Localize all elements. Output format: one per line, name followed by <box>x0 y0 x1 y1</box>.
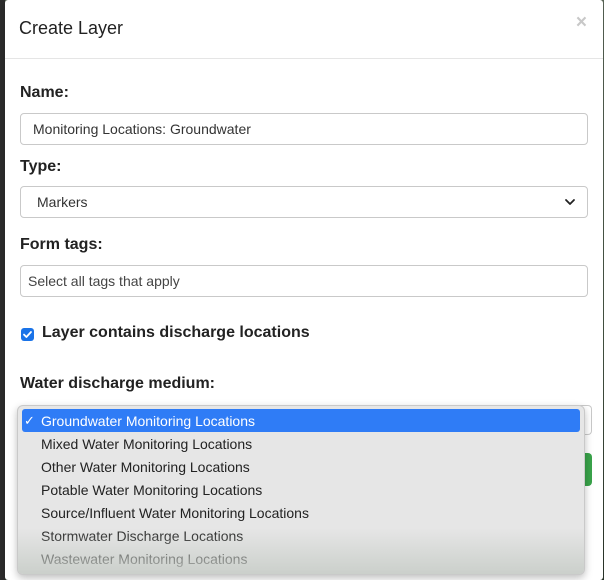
type-label: Type: <box>20 158 62 175</box>
modal-title: Create Layer <box>19 18 124 38</box>
close-icon[interactable]: × <box>576 12 587 34</box>
name-label: Name: <box>20 84 69 101</box>
modal-header: Create Layer × <box>5 0 603 59</box>
medium-label: Water discharge medium: <box>20 375 216 392</box>
dropdown-option[interactable]: ✓ Groundwater Monitoring Locations <box>22 409 580 432</box>
dropdown-option[interactable]: Source/Influent Water Monitoring Locatio… <box>22 501 580 524</box>
chevron-down-icon <box>565 199 575 205</box>
dropdown-option[interactable]: Wastewater Monitoring Locations <box>22 547 580 570</box>
tags-input-placeholder: Select all tags that apply <box>28 273 180 289</box>
discharge-checkbox[interactable] <box>21 328 34 341</box>
option-label: Groundwater Monitoring Locations <box>41 412 256 429</box>
medium-dropdown: ✓ Groundwater Monitoring Locations Mixed… <box>17 405 585 575</box>
tags-label: Form tags: <box>20 236 103 253</box>
dropdown-option[interactable]: Mixed Water Monitoring Locations <box>22 432 580 455</box>
type-select-value: Markers <box>37 194 88 210</box>
check-icon <box>23 331 32 338</box>
create-layer-modal: Create Layer × Name: Monitoring Location… <box>5 0 603 580</box>
name-input-value: Monitoring Locations: Groundwater <box>33 121 251 137</box>
option-label: Stormwater Discharge Locations <box>41 527 244 544</box>
dropdown-option[interactable]: Other Water Monitoring Locations <box>22 455 580 478</box>
discharge-checkbox-label[interactable]: Layer contains discharge locations <box>42 324 310 342</box>
dropdown-option[interactable]: Potable Water Monitoring Locations <box>22 478 580 501</box>
option-label: Mixed Water Monitoring Locations <box>41 435 253 452</box>
option-label: Source/Influent Water Monitoring Locatio… <box>41 504 309 521</box>
option-label: Wastewater Monitoring Locations <box>41 550 248 567</box>
option-label: Potable Water Monitoring Locations <box>41 481 263 498</box>
type-select[interactable]: Markers <box>20 186 588 218</box>
dropdown-option[interactable]: Stormwater Discharge Locations <box>22 524 580 547</box>
tags-input[interactable]: Select all tags that apply <box>20 265 588 297</box>
name-input[interactable]: Monitoring Locations: Groundwater <box>20 113 588 145</box>
option-label: Other Water Monitoring Locations <box>41 458 250 475</box>
checkmark-icon: ✓ <box>24 412 35 428</box>
